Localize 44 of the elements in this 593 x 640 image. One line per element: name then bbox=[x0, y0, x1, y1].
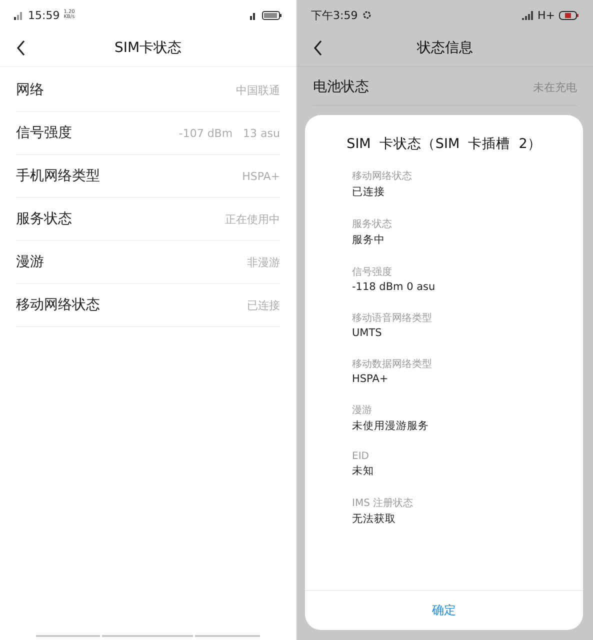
clock: 15:59 bbox=[28, 8, 60, 22]
row-value: 中国联通 bbox=[236, 82, 280, 98]
page-title: 状态信息 bbox=[417, 40, 473, 56]
confirm-button[interactable]: 确定 bbox=[305, 590, 583, 630]
info-label: 移动语音网络类型 bbox=[352, 312, 433, 325]
row-label: 网络 bbox=[16, 81, 44, 99]
row-value: HSPA+ bbox=[242, 170, 280, 182]
signal-icon bbox=[14, 10, 24, 20]
row-label: 手机网络类型 bbox=[16, 167, 100, 185]
info-value: 已连接 bbox=[352, 185, 386, 199]
back-icon[interactable] bbox=[16, 40, 26, 56]
info-value: 未使用漫游服务 bbox=[352, 419, 430, 433]
battery-icon bbox=[262, 10, 282, 20]
info-label: IMS 注册状态 bbox=[352, 496, 414, 510]
info-value: 服务中 bbox=[352, 233, 386, 247]
row-label: 信号强度 bbox=[16, 124, 72, 142]
dialog-title: SIM 卡状态（SIM 卡插槽 2） bbox=[346, 135, 542, 153]
back-icon[interactable] bbox=[313, 40, 323, 56]
info-label: 信号强度 bbox=[352, 266, 393, 279]
clock: 下午3:59 bbox=[311, 8, 358, 22]
info-value: 无法获取 bbox=[352, 512, 397, 526]
signal-icon bbox=[522, 10, 534, 20]
row-value: -107 dBm 13 asu bbox=[178, 126, 280, 140]
row-value: 正在使用中 bbox=[225, 212, 280, 226]
page-title: SIM卡状态 bbox=[114, 40, 182, 56]
row-label: 电池状态 bbox=[313, 78, 369, 96]
battery-icon bbox=[559, 10, 579, 20]
info-value: -118 dBm 0 asu bbox=[352, 281, 436, 293]
row-label: 移动网络状态 bbox=[16, 296, 100, 314]
info-label: 漫游 bbox=[352, 404, 373, 417]
info-value: 未知 bbox=[352, 464, 375, 478]
row-value: 未在充电 bbox=[533, 80, 577, 94]
info-label: 移动数据网络类型 bbox=[352, 358, 433, 371]
row-label: 漫游 bbox=[16, 253, 44, 271]
info-value: UMTS bbox=[352, 327, 383, 339]
row-value: 已连接 bbox=[247, 298, 280, 312]
signal-icon bbox=[250, 10, 258, 20]
info-label: 移动网络状态 bbox=[352, 170, 413, 183]
row-label: 服务状态 bbox=[16, 210, 72, 228]
row-value: 非漫游 bbox=[247, 254, 280, 270]
info-label: EID bbox=[352, 451, 370, 462]
info-label: 服务状态 bbox=[352, 218, 393, 231]
info-value: HSPA+ bbox=[352, 373, 390, 385]
network-type: H+ bbox=[538, 8, 555, 22]
